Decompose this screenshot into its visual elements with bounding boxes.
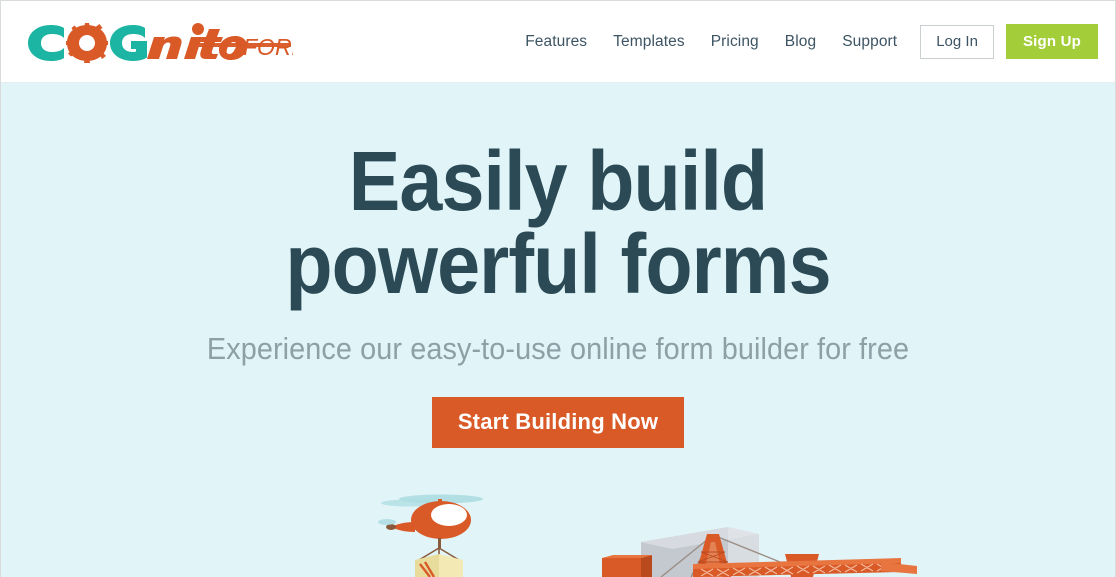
nav-item-features[interactable]: Features (517, 27, 600, 57)
nav-item-pricing[interactable]: Pricing (698, 27, 772, 57)
hero-title-line-1: Easily build (348, 134, 768, 228)
logo-forms-text: FORMS (243, 34, 293, 60)
login-button[interactable]: Log In (920, 24, 994, 59)
signup-button[interactable]: Sign Up (1005, 24, 1098, 59)
logo-icon: FORMS (28, 22, 293, 63)
hero-subtitle: Experience our easy-to-use online form b… (206, 331, 910, 367)
illustration-graphic (378, 494, 917, 577)
building-icon (602, 527, 759, 577)
cargo-crate-icon (415, 554, 463, 577)
main-navigation: Features Templates Pricing Blog Support … (517, 24, 1098, 59)
helicopter-icon (378, 494, 483, 577)
nav-item-support[interactable]: Support (829, 27, 910, 57)
nav-item-blog[interactable]: Blog (772, 27, 829, 57)
nav-item-templates[interactable]: Templates (600, 27, 698, 57)
site-header: FORMS Features Templates Pricing Blog Su… (1, 1, 1115, 82)
hero-section: Easily build powerful forms Experience o… (1, 82, 1115, 577)
start-building-now-button[interactable]: Start Building Now (431, 397, 685, 449)
hero-illustration (1, 482, 1115, 577)
hero-cta-container: Start Building Now (1, 367, 1115, 449)
page-root: FORMS Features Templates Pricing Blog Su… (0, 0, 1116, 577)
page-title: Easily build powerful forms (46, 83, 1071, 306)
hero-title-line-2: powerful forms (285, 217, 831, 312)
cognito-forms-logo[interactable]: FORMS (23, 21, 293, 65)
construction-crane-icon (660, 534, 917, 577)
